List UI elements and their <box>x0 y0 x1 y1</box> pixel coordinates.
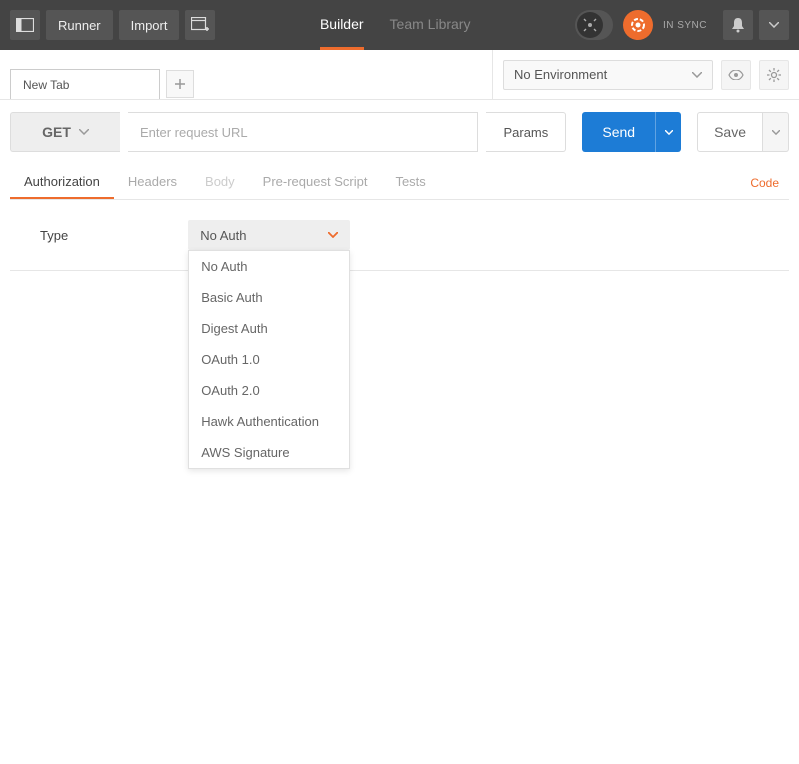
environment-settings-button[interactable] <box>759 60 789 90</box>
chevron-down-icon <box>665 130 673 135</box>
dropdown-item[interactable]: Hawk Authentication <box>189 406 349 437</box>
tab-body[interactable]: Body <box>191 166 249 199</box>
auth-type-select[interactable]: No Auth <box>188 220 350 250</box>
save-button[interactable]: Save <box>697 112 763 152</box>
chevron-down-icon <box>769 22 779 28</box>
auth-type-select-wrap: No Auth No Auth Basic Auth Digest Auth O… <box>188 220 350 250</box>
tab-pre-request-script[interactable]: Pre-request Script <box>249 166 382 199</box>
save-options-button[interactable] <box>763 112 789 152</box>
save-button-group: Save <box>697 112 789 152</box>
http-method-select[interactable]: GET <box>10 112 120 152</box>
bell-icon <box>731 17 745 33</box>
auth-type-dropdown: No Auth Basic Auth Digest Auth OAuth 1.0… <box>188 250 350 469</box>
nav-builder[interactable]: Builder <box>320 0 364 50</box>
dropdown-item[interactable]: Digest Auth <box>189 313 349 344</box>
auth-type-label: Type <box>40 228 68 243</box>
dropdown-item[interactable]: Basic Auth <box>189 282 349 313</box>
auth-type-selected: No Auth <box>200 228 246 243</box>
dropdown-item[interactable]: OAuth 1.0 <box>189 344 349 375</box>
tab-authorization[interactable]: Authorization <box>10 166 114 199</box>
authorization-panel: Type No Auth No Auth Basic Auth Digest A… <box>10 200 789 271</box>
environment-label: No Environment <box>514 67 607 82</box>
eye-icon <box>728 70 744 80</box>
sync-status-text: IN SYNC <box>663 20 707 31</box>
dropdown-item[interactable]: No Auth <box>189 251 349 282</box>
sync-pill[interactable] <box>575 10 613 40</box>
chevron-down-icon <box>79 129 89 135</box>
environment-area: No Environment <box>492 50 799 99</box>
nav-team-library[interactable]: Team Library <box>390 0 471 50</box>
send-options-button[interactable] <box>655 112 681 152</box>
request-config-tabs: Authorization Headers Body Pre-request S… <box>10 166 789 200</box>
request-tab[interactable]: New Tab <box>10 69 160 99</box>
dropdown-item[interactable]: OAuth 2.0 <box>189 375 349 406</box>
tab-headers[interactable]: Headers <box>114 166 191 199</box>
sync-section: IN SYNC <box>575 10 707 40</box>
sub-toolbar: New Tab No Environment <box>0 50 799 100</box>
runner-button[interactable]: Runner <box>46 10 113 40</box>
new-window-button[interactable] <box>185 10 215 40</box>
panel-icon <box>16 18 34 32</box>
chevron-down-icon <box>772 130 780 135</box>
add-tab-button[interactable] <box>166 70 194 98</box>
sync-status-icon[interactable] <box>623 10 653 40</box>
top-toolbar: Runner Import Builder Team Library IN SY… <box>0 0 799 50</box>
chevron-down-icon <box>692 72 702 78</box>
environment-select[interactable]: No Environment <box>503 60 713 90</box>
send-button-group: Send <box>582 112 681 152</box>
tab-tests[interactable]: Tests <box>381 166 439 199</box>
notifications-button[interactable] <box>723 10 753 40</box>
code-link[interactable]: Code <box>750 176 779 190</box>
send-button[interactable]: Send <box>582 112 655 152</box>
http-method-label: GET <box>42 124 71 140</box>
sidebar-toggle-button[interactable] <box>10 10 40 40</box>
satellite-icon <box>577 12 603 38</box>
chevron-down-icon <box>328 232 338 238</box>
request-tabs-strip: New Tab <box>0 50 492 99</box>
new-window-icon <box>191 17 209 33</box>
import-button[interactable]: Import <box>119 10 180 40</box>
menu-caret-button[interactable] <box>759 10 789 40</box>
environment-quicklook-button[interactable] <box>721 60 751 90</box>
top-center-nav: Builder Team Library <box>221 0 568 50</box>
params-button[interactable]: Params <box>486 112 566 152</box>
request-url-row: GET Params Send Save <box>10 112 789 152</box>
gear-icon <box>767 68 781 82</box>
request-content: GET Params Send Save Authorization Heade… <box>0 100 799 283</box>
dropdown-item[interactable]: AWS Signature <box>189 437 349 468</box>
plus-icon <box>175 79 185 89</box>
url-input[interactable] <box>128 112 478 152</box>
